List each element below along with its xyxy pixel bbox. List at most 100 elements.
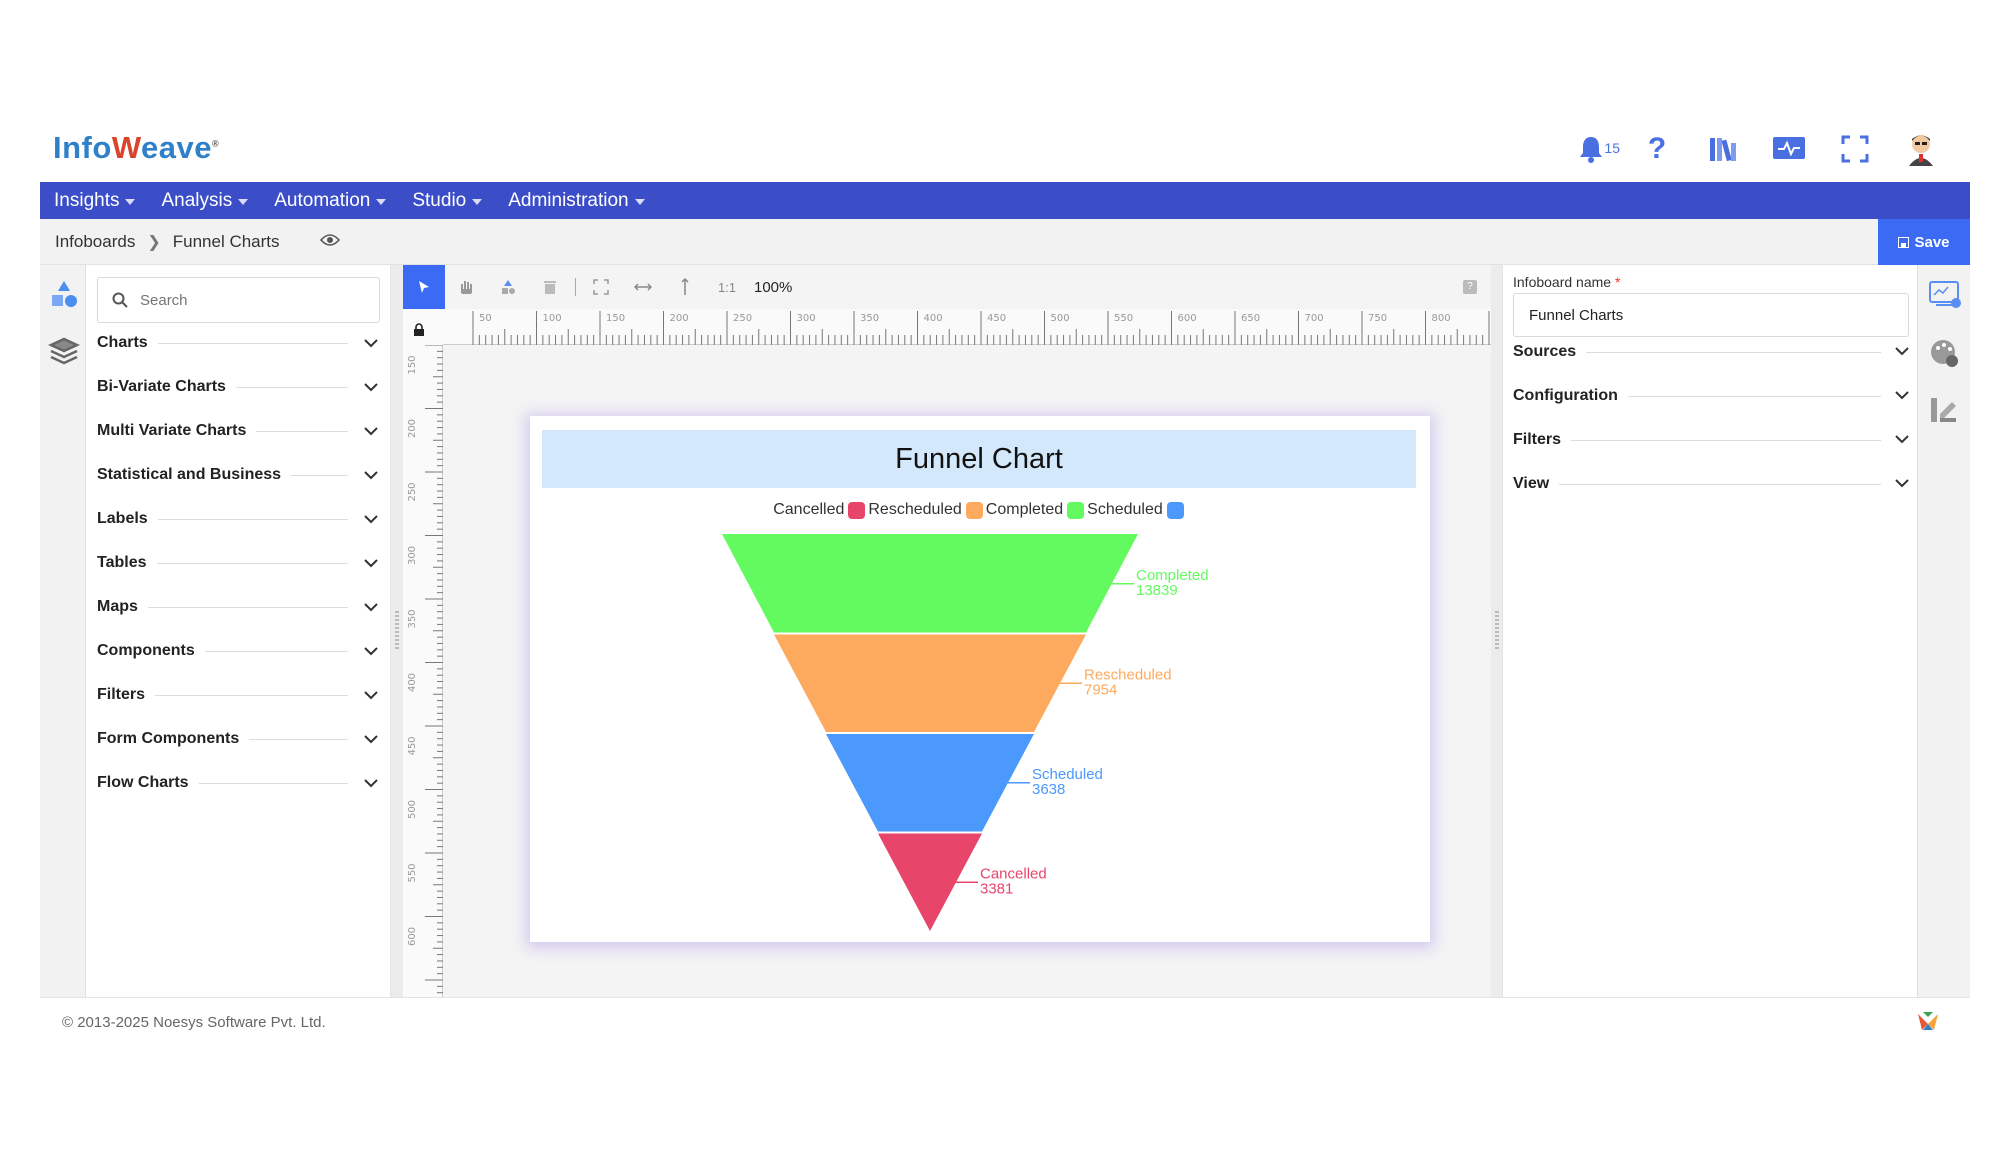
ruler-tick-label: 450 — [407, 736, 418, 755]
ruler-tick-label: 400 — [407, 673, 418, 692]
funnel-stage-value: 3381 — [980, 880, 1013, 897]
main-menu: Insights Analysis Automation Studio Admi… — [40, 182, 1970, 219]
chevron-down-icon — [362, 690, 380, 700]
breadcrumb-infoboards[interactable]: Infoboards — [55, 232, 135, 252]
layers-icon[interactable] — [48, 335, 80, 367]
section-configuration[interactable]: Configuration — [1513, 381, 1909, 411]
paint-tools-icon[interactable] — [1928, 395, 1960, 427]
fullscreen-icon[interactable] — [1836, 130, 1874, 168]
shapes-tool-icon[interactable] — [487, 265, 529, 309]
notification-bell-icon[interactable]: 15 — [1572, 130, 1620, 168]
breadcrumb-bar: Infoboards ❯ Funnel Charts Save — [40, 219, 1970, 265]
left-splitter[interactable] — [391, 265, 403, 997]
menu-automation[interactable]: Automation — [274, 190, 387, 212]
funnel-stage-value: 3638 — [1032, 781, 1065, 798]
chevron-down-icon — [362, 602, 380, 612]
section-statistical-and-business[interactable]: Statistical and Business — [97, 460, 380, 490]
library-icon[interactable] — [1704, 130, 1742, 168]
funnel-stage-value: 7954 — [1084, 681, 1117, 698]
search-box — [97, 277, 380, 323]
breadcrumb-current: Funnel Charts — [172, 232, 280, 251]
section-flow-charts[interactable]: Flow Charts — [97, 768, 380, 798]
chevron-right-icon: ❯ — [147, 234, 161, 251]
ruler-tick-label: 750 — [1368, 313, 1387, 324]
funnel-chart-widget[interactable]: Funnel Chart Cancelled Rescheduled Compl… — [530, 416, 1430, 942]
chevron-down-icon — [125, 199, 136, 205]
search-icon — [112, 292, 128, 308]
chart-title: Funnel Chart — [895, 442, 1063, 475]
section-charts[interactable]: Charts — [97, 328, 380, 358]
actual-size-button[interactable]: 1:1 — [706, 265, 748, 309]
legend-item[interactable]: Completed — [986, 501, 1085, 519]
chevron-down-icon — [376, 199, 387, 205]
help-icon[interactable]: ? — [1638, 130, 1676, 168]
section-filters[interactable]: Filters — [97, 680, 380, 710]
ruler-tick-label: 500 — [407, 800, 418, 819]
ruler-tick-label: 300 — [407, 546, 418, 565]
chevron-down-icon — [362, 734, 380, 744]
logo-text-right: eave — [141, 130, 212, 165]
pan-tool-icon[interactable] — [445, 265, 487, 309]
legend-item[interactable]: Rescheduled — [868, 501, 983, 519]
menu-studio[interactable]: Studio — [412, 190, 483, 212]
ruler-tick-label: 400 — [924, 313, 943, 324]
board-settings-icon[interactable] — [1928, 279, 1961, 311]
infoveave-logo[interactable]: InfoWeave® — [53, 130, 219, 166]
section-components[interactable]: Components — [97, 636, 380, 666]
ruler-tick-label: 550 — [407, 863, 418, 882]
section-view[interactable]: View — [1513, 469, 1909, 499]
right-icon-rail — [1917, 265, 1970, 997]
fit-height-icon[interactable] — [664, 265, 706, 309]
eye-icon[interactable] — [319, 232, 340, 252]
shapes-icon[interactable] — [48, 279, 80, 311]
notification-count: 15 — [1604, 140, 1620, 156]
logo-mark-icon: W — [111, 130, 142, 165]
section-multi-variate-charts[interactable]: Multi Variate Charts — [97, 416, 380, 446]
save-button[interactable]: Save — [1878, 219, 1970, 265]
ruler-tick-label: 250 — [407, 482, 418, 501]
section-labels[interactable]: Labels — [97, 504, 380, 534]
menu-analysis[interactable]: Analysis — [161, 190, 249, 212]
properties-panel: Infoboard name * Sources Configuration F… — [1502, 265, 1917, 997]
infoboard-name-input[interactable] — [1513, 293, 1909, 337]
ruler-tick-label: 700 — [1305, 313, 1324, 324]
chevron-down-icon — [362, 558, 380, 568]
ruler-tick-label: 500 — [1051, 313, 1070, 324]
chevron-down-icon — [362, 382, 380, 392]
infoboard-name-label: Infoboard name * — [1513, 274, 1621, 290]
section-sources[interactable]: Sources — [1513, 337, 1909, 367]
funnel-segment — [774, 634, 1086, 732]
legend-item[interactable]: Cancelled — [773, 501, 866, 519]
legend-item[interactable]: Scheduled — [1087, 501, 1184, 519]
footer: © 2013-2025 Noesys Software Pvt. Ltd. — [40, 997, 1970, 1047]
header-icons: 15 ? — [1572, 130, 1940, 168]
chart-legend: Cancelled Rescheduled Completed Schedule… — [530, 496, 1430, 524]
section-tables[interactable]: Tables — [97, 548, 380, 578]
ruler-tick-label: 100 — [543, 313, 562, 324]
search-input[interactable] — [140, 291, 360, 309]
menu-insights[interactable]: Insights — [54, 190, 136, 212]
fit-width-icon[interactable] — [622, 265, 664, 309]
menu-administration[interactable]: Administration — [508, 190, 645, 212]
delete-tool-icon[interactable] — [529, 265, 571, 309]
section-form-components[interactable]: Form Components — [97, 724, 380, 754]
theme-palette-icon[interactable] — [1928, 337, 1960, 369]
section-maps[interactable]: Maps — [97, 592, 380, 622]
ruler-lock-icon[interactable] — [403, 309, 443, 345]
fit-screen-icon[interactable] — [580, 265, 622, 309]
chevron-down-icon — [1895, 387, 1909, 405]
monitor-icon[interactable] — [1770, 130, 1808, 168]
section-bi-variate-charts[interactable]: Bi-Variate Charts — [97, 372, 380, 402]
chevron-down-icon — [1895, 431, 1909, 449]
user-avatar[interactable] — [1902, 130, 1940, 168]
ruler-tick-label: 200 — [407, 419, 418, 438]
canvas-help-icon[interactable]: ? — [1463, 280, 1477, 294]
ruler-tick-label: 550 — [1114, 313, 1133, 324]
select-tool-icon[interactable] — [403, 265, 445, 309]
chevron-down-icon — [1895, 475, 1909, 493]
chevron-down-icon — [1895, 343, 1909, 361]
left-icon-rail — [40, 265, 86, 997]
ruler-tick-label: 600 — [407, 927, 418, 946]
section-filters[interactable]: Filters — [1513, 425, 1909, 455]
funnel-segment — [722, 534, 1138, 633]
